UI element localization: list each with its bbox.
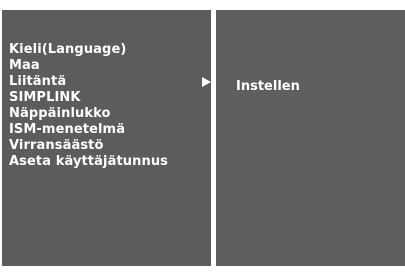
settings-menu: Kieli(Language) Maa Liitäntä SIMPLINK Nä… [9,42,213,170]
menu-item-label: Näppäinlukko [9,106,111,121]
menu-item-simplink[interactable]: SIMPLINK [9,90,213,106]
menu-item-ism-method[interactable]: ISM-menetelmä [9,122,213,138]
menu-item-label: Aseta käyttäjätunnus [9,154,169,169]
arrow-right-icon [202,77,211,87]
menu-item-label: Virransäästö [9,138,104,153]
menu-item-label: ISM-menetelmä [9,122,126,137]
menu-item-label: SIMPLINK [9,90,81,105]
menu-item-country[interactable]: Maa [9,58,213,74]
settings-screen: Kieli(Language) Maa Liitäntä SIMPLINK Nä… [0,0,405,266]
menu-item-label: Maa [9,58,40,73]
menu-item-label: Kieli(Language) [9,42,127,57]
menu-item-language[interactable]: Kieli(Language) [9,42,213,58]
submenu-item-instellen[interactable]: Instellen [236,79,300,95]
menu-item-input[interactable]: Liitäntä [9,74,213,90]
menu-panel: Kieli(Language) Maa Liitäntä SIMPLINK Nä… [2,10,211,266]
menu-item-key-lock[interactable]: Näppäinlukko [9,106,213,122]
menu-item-power-saving[interactable]: Virransäästö [9,138,213,154]
menu-item-set-user-id[interactable]: Aseta käyttäjätunnus [9,154,213,170]
submenu-panel [216,10,405,266]
menu-item-label: Liitäntä [9,74,67,89]
submenu-item-label: Instellen [236,79,300,94]
